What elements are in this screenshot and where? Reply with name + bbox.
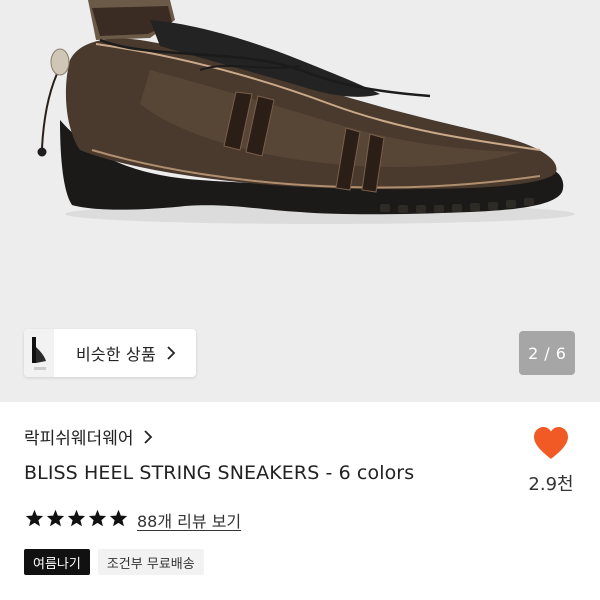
heart-icon <box>532 427 570 464</box>
star-icon <box>109 509 128 531</box>
tag-list: 여름나기 조건부 무료배송 <box>24 549 204 575</box>
like-button[interactable]: 2.9천 <box>526 426 576 496</box>
similar-product-thumbnail <box>24 329 54 377</box>
similar-products-button[interactable]: 비슷한 상품 <box>24 329 196 377</box>
chevron-right-icon <box>166 346 176 360</box>
like-count: 2.9천 <box>528 474 574 495</box>
brand-name: 락피쉬웨더웨어 <box>24 429 134 449</box>
pager-current: 2 <box>528 343 539 363</box>
pager-total: 6 <box>555 343 566 363</box>
similar-products-label: 비슷한 상품 <box>76 345 156 364</box>
chevron-right-icon <box>143 429 153 445</box>
tag-free-shipping: 조건부 무료배송 <box>97 549 204 575</box>
rating-row: 88개 리뷰 보기 <box>25 508 241 532</box>
product-image[interactable]: 비슷한 상품 2 / 6 <box>0 0 600 402</box>
star-icon <box>25 509 44 531</box>
star-icon <box>88 509 107 531</box>
review-link[interactable]: 88개 리뷰 보기 <box>137 508 241 532</box>
pager-separator: / <box>544 343 550 363</box>
star-icon <box>46 509 65 531</box>
product-title: BLISS HEEL STRING SNEAKERS - 6 colors <box>24 462 415 484</box>
star-icon <box>67 509 86 531</box>
tag-summer: 여름나기 <box>24 549 90 575</box>
star-rating <box>25 509 128 531</box>
brand-link[interactable]: 락피쉬웨더웨어 <box>24 424 153 449</box>
image-pager: 2 / 6 <box>519 331 575 375</box>
